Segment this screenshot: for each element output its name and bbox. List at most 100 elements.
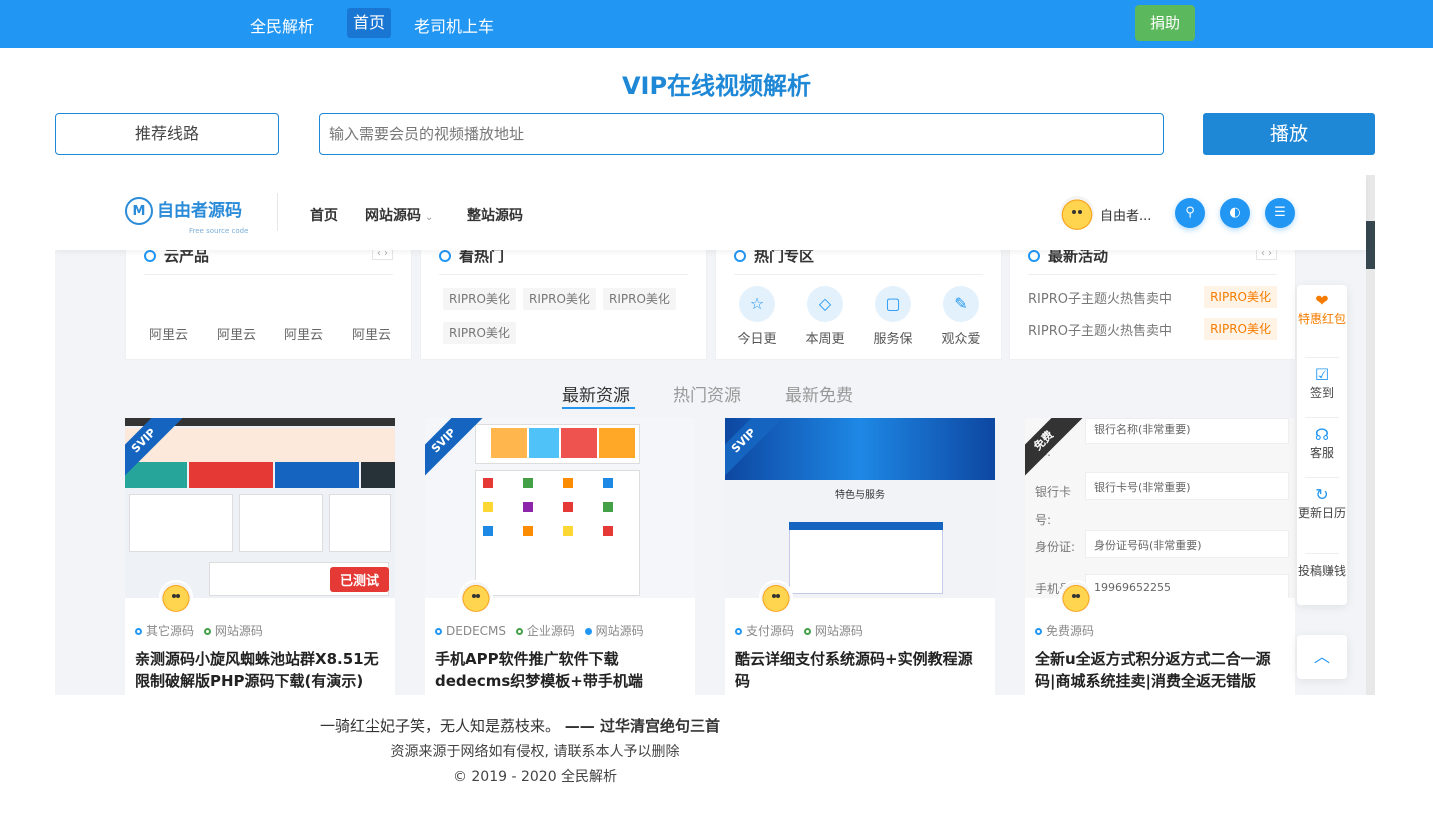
resource-card[interactable]: SVIP 已测试 其它源码 网站源码 亲测源码小旋风蜘蛛池站群X8.51无限制破… [125, 418, 395, 695]
divider [144, 274, 393, 275]
category-label: 支付源码 [746, 624, 795, 638]
play-button[interactable]: 播放 [1203, 113, 1375, 155]
back-to-top-icon[interactable]: ︿ [1297, 635, 1347, 679]
side-item-support[interactable]: ☊ 客服 [1297, 427, 1347, 461]
avatar[interactable] [759, 580, 793, 614]
side-item-calendar[interactable]: ↻ 更新日历 [1297, 487, 1347, 521]
side-item-submit[interactable]: 投稿赚钱 [1297, 563, 1347, 579]
tab-free[interactable]: 最新免费 [785, 381, 853, 406]
category-link[interactable]: 其它源码 [135, 624, 194, 638]
tested-badge: 已测试 [329, 567, 389, 592]
user-name[interactable]: 自由者... [1100, 205, 1151, 224]
site-nav-web-source[interactable]: 网站源码 ⌄ [365, 205, 433, 225]
resource-card[interactable]: 称: 银行名称(非常重要) 银行卡号: 银行卡号(非常重要) 身份证: 身份证号… [1025, 418, 1295, 695]
resource-card[interactable]: SVIP DEDECMS 企业源码 网站源码 手机APP软件推广软件下载dede… [425, 418, 695, 695]
nav-item-driver[interactable]: 老司机上车 [414, 13, 494, 37]
footer-disclaimer: 资源来源于网络如有侵权, 请联系本人予以删除 [390, 744, 680, 760]
form-field: 银行名称(非常重要) [1085, 418, 1289, 444]
top-navbar: 全民解析 首页 老司机上车 捐助 [0, 0, 1433, 48]
embedded-site-frame: M 自由者源码 Free source code 首页 网站源码 ⌄ 整站源码 自… [55, 175, 1375, 695]
cloud-item[interactable]: 阿里云 [217, 324, 256, 343]
zone-item-audience[interactable]: ✎ 观众爱 [936, 286, 986, 347]
tab-hot[interactable]: 热门资源 [673, 381, 741, 406]
side-item-coupon[interactable]: ❤ 特惠红包 [1297, 293, 1347, 327]
tag[interactable]: RIPRO美化 [443, 322, 516, 344]
ribbon-badge: 免费 [1025, 418, 1084, 481]
header-divider [277, 193, 278, 231]
avatar[interactable] [159, 580, 193, 614]
category-link[interactable]: 免费源码 [1035, 624, 1094, 638]
avatar[interactable] [1059, 580, 1093, 614]
scrollbar-thumb[interactable] [1366, 221, 1375, 269]
card-title[interactable]: 亲测源码小旋风蜘蛛池站群X8.51无限制破解版PHP源码下载(有演示) [135, 648, 385, 692]
side-item-submit-label: 投稿赚钱 [1297, 564, 1346, 578]
logo-text: 自由者源码 [157, 200, 242, 221]
tab-underline [562, 407, 635, 409]
activity-row[interactable]: RIPRO子主题火热售卖中 RIPRO美化 [1028, 286, 1277, 308]
site-nav-full-source[interactable]: 整站源码 [467, 205, 523, 225]
activity-badge: RIPRO美化 [1204, 286, 1277, 308]
nav-home[interactable]: 首页 [347, 8, 392, 38]
category-link[interactable]: 企业源码 [515, 624, 575, 638]
site-logo[interactable]: M 自由者源码 Free source code [125, 197, 248, 235]
tag[interactable]: RIPRO美化 [443, 288, 516, 310]
category-link[interactable]: DEDECMS [435, 624, 506, 638]
zone-item-today[interactable]: ☆ 今日更 [732, 286, 782, 347]
divider [439, 274, 688, 275]
divider [1028, 274, 1277, 275]
activity-text: RIPRO子主题火热售卖中 [1028, 292, 1172, 307]
card-title[interactable]: 酷云详细支付系统源码+实例教程源码 [735, 648, 985, 692]
zone-item-week-label: 本周更 [805, 332, 845, 347]
card-title[interactable]: 全新u全返方式积分返方式二合一源码|商城系统挂卖|消费全返无错版经... [1035, 648, 1285, 695]
category-dot-icon [435, 628, 442, 635]
category-link[interactable]: 支付源码 [735, 624, 794, 638]
zone-item-week[interactable]: ◇ 本周更 [800, 286, 850, 347]
logo-mark-icon: M [125, 197, 153, 225]
avatar[interactable] [1060, 196, 1094, 230]
cloud-item[interactable]: 阿里云 [284, 324, 323, 343]
refresh-icon: ↻ [1315, 485, 1329, 504]
video-url-input[interactable] [319, 113, 1164, 155]
category-label: 网站源码 [814, 624, 863, 638]
cloud-item[interactable]: 阿里云 [149, 324, 188, 343]
tag[interactable]: RIPRO美化 [523, 288, 596, 310]
card-categories: DEDECMS 企业源码 网站源码 [435, 622, 650, 639]
tab-latest[interactable]: 最新资源 [562, 381, 630, 406]
page-title: VIP在线视频解析 [621, 72, 812, 100]
tag[interactable]: RIPRO美化 [603, 288, 676, 310]
category-label: 企业源码 [526, 624, 575, 638]
divider [1305, 553, 1339, 554]
route-select-button[interactable]: 推荐线路 [55, 113, 279, 155]
category-link[interactable]: 网站源码 [803, 624, 863, 638]
card-thumbnail[interactable]: SVIP 已测试 [125, 418, 395, 598]
zone-item-today-label: 今日更 [737, 332, 777, 347]
avatar[interactable] [459, 580, 493, 614]
side-item-checkin[interactable]: ☑ 签到 [1297, 367, 1347, 401]
form-field: 19969652255 [1085, 574, 1289, 598]
site-header: M 自由者源码 Free source code 首页 网站源码 ⌄ 整站源码 自… [55, 175, 1366, 250]
card-thumbnail[interactable]: 特色与服务 SVIP [725, 418, 995, 598]
activity-row[interactable]: RIPRO子主题火热售卖中 RIPRO美化 [1028, 318, 1277, 340]
search-icon[interactable]: ⚲ [1175, 198, 1205, 228]
frame-scrollbar[interactable] [1366, 175, 1375, 695]
donate-button[interactable]: 捐助 [1135, 5, 1195, 41]
card-thumbnail[interactable]: 称: 银行名称(非常重要) 银行卡号: 银行卡号(非常重要) 身份证: 身份证号… [1025, 418, 1295, 598]
cloud-item[interactable]: 阿里云 [352, 324, 391, 343]
site-nav-home[interactable]: 首页 [310, 205, 338, 225]
form-label: 银行卡号: [1035, 485, 1072, 527]
theme-toggle-icon[interactable]: ◐ [1220, 198, 1250, 228]
menu-list-icon[interactable]: ☰ [1265, 198, 1295, 228]
tool-icon: ✎ [943, 286, 979, 322]
category-link[interactable]: 网站源码 [203, 624, 263, 638]
divider [1305, 357, 1339, 358]
calendar-check-icon: ☑ [1314, 365, 1330, 384]
zone-item-service[interactable]: ▢ 服务保 [868, 286, 918, 347]
activity-badge: RIPRO美化 [1204, 318, 1277, 340]
category-label: DEDECMS [446, 624, 506, 638]
hot-icon [439, 250, 451, 262]
card-thumbnail[interactable]: SVIP [425, 418, 695, 598]
resource-card[interactable]: 特色与服务 SVIP 支付源码 网站源码 酷云详细支付系统源码+实例教程源码 [725, 418, 995, 695]
brand-link[interactable]: 全民解析 [250, 13, 314, 37]
category-link[interactable]: 网站源码 [584, 624, 644, 638]
card-title[interactable]: 手机APP软件推广软件下载dedecms织梦模板+带手机端 [435, 648, 685, 692]
